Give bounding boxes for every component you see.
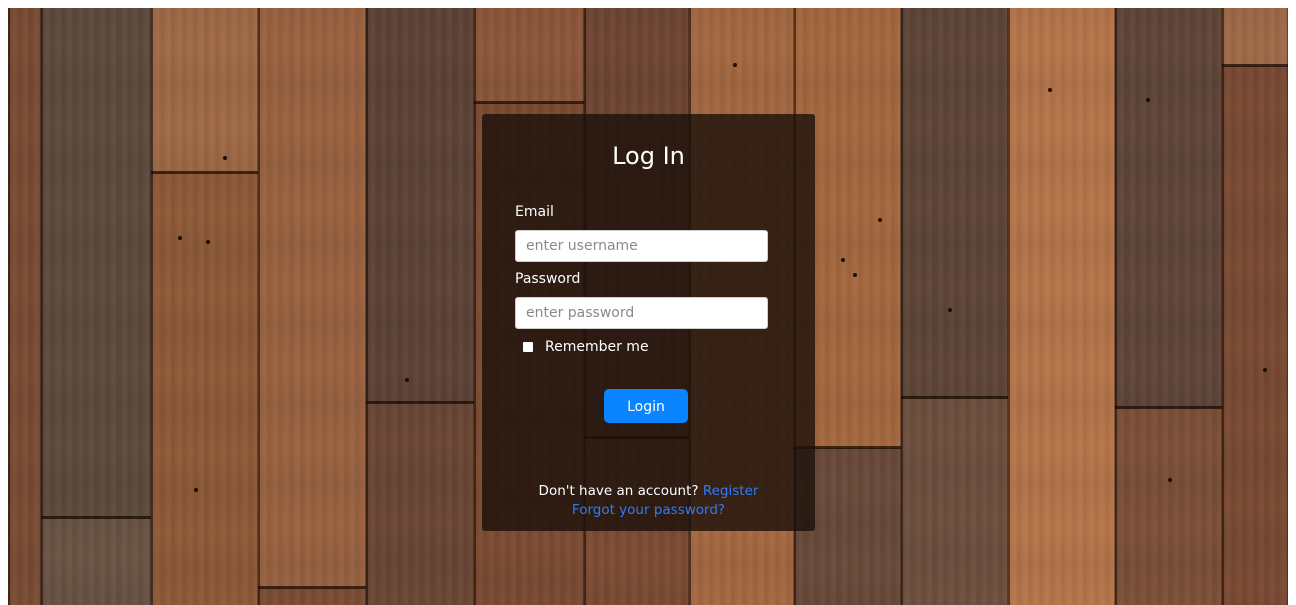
plank-seam	[1115, 406, 1222, 409]
nail-hole	[733, 63, 737, 67]
login-button[interactable]: Login	[604, 389, 688, 423]
nail-hole	[841, 258, 845, 262]
wood-plank	[258, 8, 366, 588]
wood-plank	[41, 518, 151, 605]
wood-plank	[901, 8, 1008, 398]
nail-hole	[1263, 368, 1267, 372]
wood-plank	[366, 8, 474, 403]
wood-plank	[258, 588, 366, 605]
register-link[interactable]: Register	[703, 483, 759, 499]
remember-me-label: Remember me	[545, 339, 649, 355]
nail-hole	[1146, 98, 1150, 102]
email-label: Email	[515, 204, 554, 220]
nail-hole	[1168, 478, 1172, 482]
plank-seam	[41, 516, 151, 519]
plank-seam	[474, 101, 584, 104]
wood-plank	[1115, 408, 1222, 605]
nail-hole	[1048, 88, 1052, 92]
plank-seam	[1222, 64, 1288, 67]
nail-hole	[178, 236, 182, 240]
wood-plank	[1222, 66, 1288, 605]
wood-plank	[474, 8, 584, 103]
forgot-password-row: Forgot your password?	[482, 502, 815, 518]
wood-plank	[1222, 8, 1288, 66]
plank-seam	[151, 171, 258, 174]
nail-hole	[878, 218, 882, 222]
remember-me-row[interactable]: Remember me	[523, 339, 649, 355]
email-field[interactable]	[515, 230, 768, 262]
nail-hole	[223, 156, 227, 160]
wood-plank	[366, 403, 474, 605]
nail-hole	[853, 273, 857, 277]
no-account-text: Don't have an account?	[538, 483, 699, 499]
wood-plank	[151, 8, 258, 173]
wood-plank	[1115, 8, 1222, 408]
plank-seam	[258, 586, 366, 589]
plank-seam	[366, 401, 474, 404]
nail-hole	[194, 488, 198, 492]
wood-plank	[8, 8, 41, 605]
page-title: Log In	[612, 142, 685, 170]
plank-seam	[901, 396, 1008, 399]
remember-me-checkbox[interactable]	[523, 342, 533, 352]
forgot-password-link[interactable]: Forgot your password?	[572, 502, 725, 518]
wood-plank	[901, 398, 1008, 605]
register-prompt: Don't have an account? Register	[482, 483, 815, 499]
password-field[interactable]	[515, 297, 768, 329]
nail-hole	[405, 378, 409, 382]
password-label: Password	[515, 271, 581, 287]
wood-plank	[41, 8, 151, 518]
wood-plank	[1008, 8, 1115, 605]
wood-plank	[151, 173, 258, 605]
nail-hole	[948, 308, 952, 312]
nail-hole	[206, 240, 210, 244]
